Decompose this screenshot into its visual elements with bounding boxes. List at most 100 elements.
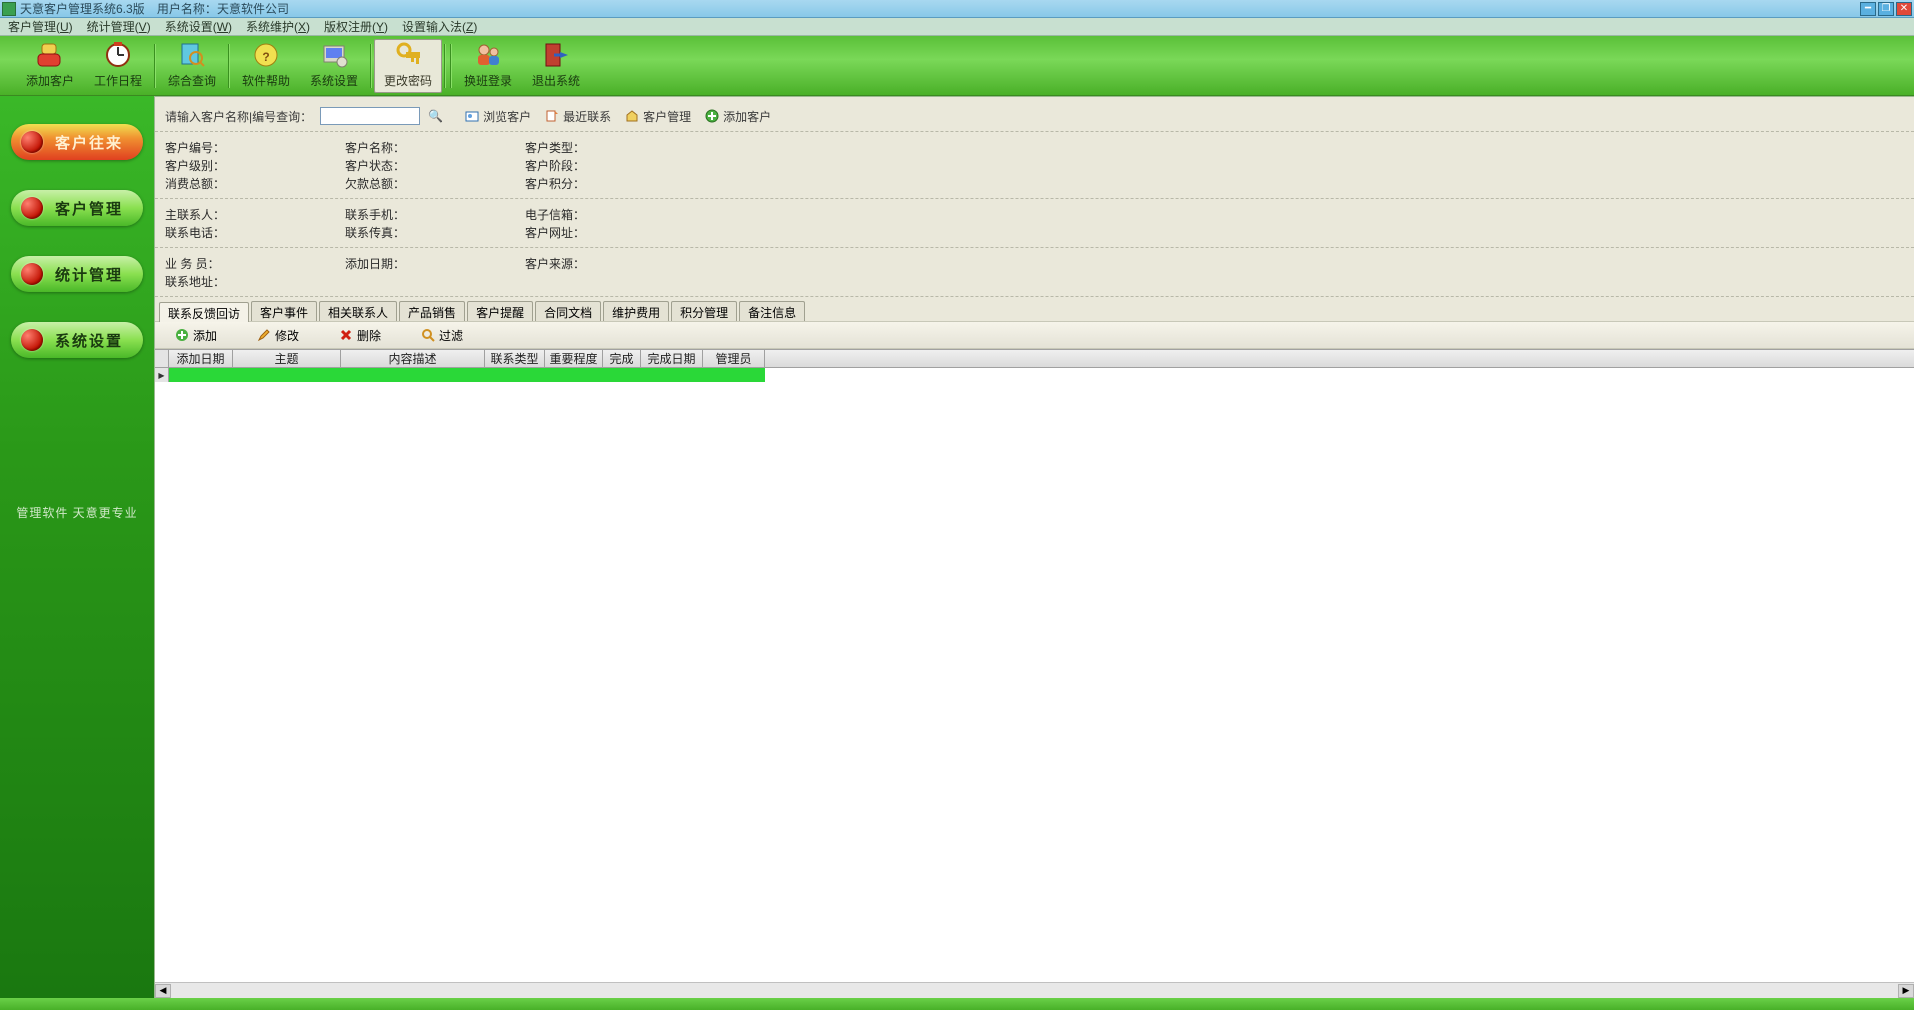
col-完成[interactable]: 完成 bbox=[603, 350, 641, 367]
menu-设置输入法[interactable]: 设置输入法(Z) bbox=[402, 18, 477, 35]
query-icon bbox=[178, 42, 206, 68]
exit-icon bbox=[542, 42, 570, 68]
maximize-button[interactable]: ❐ bbox=[1878, 2, 1894, 16]
info-field: 客户类型： bbox=[525, 139, 705, 156]
toolbar-query-button[interactable]: 综合查询 bbox=[158, 39, 226, 93]
cell[interactable] bbox=[169, 368, 233, 382]
col-完成日期[interactable]: 完成日期 bbox=[641, 350, 703, 367]
nav-bullet-icon bbox=[21, 263, 43, 285]
manage-icon bbox=[625, 109, 639, 123]
menu-客户管理[interactable]: 客户管理(U) bbox=[8, 18, 73, 35]
menu-系统维护[interactable]: 系统维护(X) bbox=[246, 18, 310, 35]
info-field: 电子信箱： bbox=[525, 206, 705, 223]
info-field: 客户网址： bbox=[525, 224, 705, 241]
menu-系统设置[interactable]: 系统设置(W) bbox=[165, 18, 232, 35]
tabtool-delete-button[interactable]: 删除 bbox=[339, 327, 381, 344]
settings-icon bbox=[320, 42, 348, 68]
delete-icon bbox=[339, 328, 353, 342]
filter-icon bbox=[421, 328, 435, 342]
info-field: 联系手机： bbox=[345, 206, 525, 223]
toolbar-add-customer-button[interactable]: 添加客户 bbox=[16, 39, 84, 93]
cell[interactable] bbox=[233, 368, 341, 382]
tabtool-add-button[interactable]: 添加 bbox=[175, 327, 217, 344]
col-重要程度[interactable]: 重要程度 bbox=[545, 350, 603, 367]
info-field: 客户积分： bbox=[525, 175, 705, 192]
grid-row[interactable] bbox=[155, 368, 1914, 382]
searchbar-recent-link[interactable]: 最近联系 bbox=[545, 108, 611, 125]
searchbar-browse-link[interactable]: 浏览客户 bbox=[465, 108, 531, 125]
toolbar-settings-button[interactable]: 系统设置 bbox=[300, 39, 368, 93]
toolbar-help-button[interactable]: ?软件帮助 bbox=[232, 39, 300, 93]
cell[interactable] bbox=[641, 368, 703, 382]
cell[interactable] bbox=[545, 368, 603, 382]
search-input[interactable] bbox=[320, 107, 420, 125]
sidebar-item-统计管理[interactable]: 统计管理 bbox=[11, 256, 143, 292]
menu-统计管理[interactable]: 统计管理(V) bbox=[87, 18, 151, 35]
cell[interactable] bbox=[485, 368, 545, 382]
sidebar-item-系统设置[interactable]: 系统设置 bbox=[11, 322, 143, 358]
info-field: 客户来源： bbox=[525, 255, 705, 272]
horizontal-scrollbar[interactable]: ◀ ▶ bbox=[155, 982, 1914, 998]
menu-版权注册[interactable]: 版权注册(Y) bbox=[324, 18, 388, 35]
grid-header: 添加日期主题内容描述联系类型重要程度完成完成日期管理员 bbox=[155, 350, 1914, 368]
title-bar: 天意客户管理系统6.3版 用户名称：天意软件公司 ━ ❐ ✕ bbox=[0, 0, 1914, 18]
tab-产品销售[interactable]: 产品销售 bbox=[399, 301, 465, 321]
work-schedule-icon bbox=[104, 42, 132, 68]
tab-维护费用[interactable]: 维护费用 bbox=[603, 301, 669, 321]
tab-客户提醒[interactable]: 客户提醒 bbox=[467, 301, 533, 321]
window-controls: ━ ❐ ✕ bbox=[1860, 2, 1914, 16]
col-主题[interactable]: 主题 bbox=[233, 350, 341, 367]
info-field: 客户状态： bbox=[345, 157, 525, 174]
sidebar-item-客户往来[interactable]: 客户往来 bbox=[11, 124, 143, 160]
main-panel: 请输入客户名称|编号查询： 🔍 浏览客户最近联系客户管理添加客户 客户编号：客户… bbox=[154, 96, 1914, 998]
sidebar-item-客户管理[interactable]: 客户管理 bbox=[11, 190, 143, 226]
tabtool-filter-button[interactable]: 过滤 bbox=[421, 327, 463, 344]
cell[interactable] bbox=[341, 368, 485, 382]
status-bar bbox=[0, 998, 1914, 1010]
search-icon[interactable]: 🔍 bbox=[428, 109, 443, 123]
scroll-left-button[interactable]: ◀ bbox=[155, 984, 171, 998]
col-管理员[interactable]: 管理员 bbox=[703, 350, 765, 367]
tab-联系反馈回访[interactable]: 联系反馈回访 bbox=[159, 302, 249, 322]
tab-积分管理[interactable]: 积分管理 bbox=[671, 301, 737, 321]
info-field: 欠款总额： bbox=[345, 175, 525, 192]
svg-text:?: ? bbox=[262, 50, 269, 64]
toolbar-change-pwd-button[interactable]: 更改密码 bbox=[374, 39, 442, 93]
info-field: 联系传真： bbox=[345, 224, 525, 241]
info-field: 联系地址： bbox=[165, 273, 345, 290]
info-field: 业 务 员： bbox=[165, 255, 345, 272]
change-pwd-icon bbox=[394, 42, 422, 68]
tab-toolbar: 添加 修改 删除 过滤 bbox=[155, 321, 1914, 349]
info-field: 添加日期： bbox=[345, 255, 525, 272]
tabtool-edit-button[interactable]: 修改 bbox=[257, 327, 299, 344]
tab-客户事件[interactable]: 客户事件 bbox=[251, 301, 317, 321]
col-内容描述[interactable]: 内容描述 bbox=[341, 350, 485, 367]
toolbar-exit-button[interactable]: 退出系统 bbox=[522, 39, 590, 93]
info-field: 消费总额： bbox=[165, 175, 345, 192]
scroll-right-button[interactable]: ▶ bbox=[1898, 984, 1914, 998]
col-联系类型[interactable]: 联系类型 bbox=[485, 350, 545, 367]
menu-bar: 客户管理(U) 统计管理(V) 系统设置(W) 系统维护(X) 版权注册(Y) 设置输入法… bbox=[0, 18, 1914, 36]
switch-login-icon bbox=[474, 42, 502, 68]
info-field: 客户级别： bbox=[165, 157, 345, 174]
cell[interactable] bbox=[603, 368, 641, 382]
tab-备注信息[interactable]: 备注信息 bbox=[739, 301, 805, 321]
nav-bullet-icon bbox=[21, 197, 43, 219]
tab-相关联系人[interactable]: 相关联系人 bbox=[319, 301, 397, 321]
close-button[interactable]: ✕ bbox=[1896, 2, 1912, 16]
app-icon bbox=[2, 2, 16, 16]
cell[interactable] bbox=[703, 368, 765, 382]
customer-basic-info: 客户编号：客户名称：客户类型：客户级别：客户状态：客户阶段：消费总额：欠款总额：… bbox=[155, 132, 1914, 199]
recent-icon bbox=[545, 109, 559, 123]
tab-合同文档[interactable]: 合同文档 bbox=[535, 301, 601, 321]
sidebar-slogan: 管理软件 天意更专业 bbox=[0, 504, 154, 521]
search-label: 请输入客户名称|编号查询： bbox=[165, 108, 312, 125]
searchbar-add-link[interactable]: 添加客户 bbox=[705, 108, 771, 125]
toolbar-work-schedule-button[interactable]: 工作日程 bbox=[84, 39, 152, 93]
searchbar-manage-link[interactable]: 客户管理 bbox=[625, 108, 691, 125]
toolbar-switch-login-button[interactable]: 换班登录 bbox=[454, 39, 522, 93]
col-添加日期[interactable]: 添加日期 bbox=[169, 350, 233, 367]
window-title: 天意客户管理系统6.3版 用户名称：天意软件公司 bbox=[20, 0, 289, 17]
minimize-button[interactable]: ━ bbox=[1860, 2, 1876, 16]
data-grid[interactable]: 添加日期主题内容描述联系类型重要程度完成完成日期管理员 bbox=[155, 349, 1914, 982]
